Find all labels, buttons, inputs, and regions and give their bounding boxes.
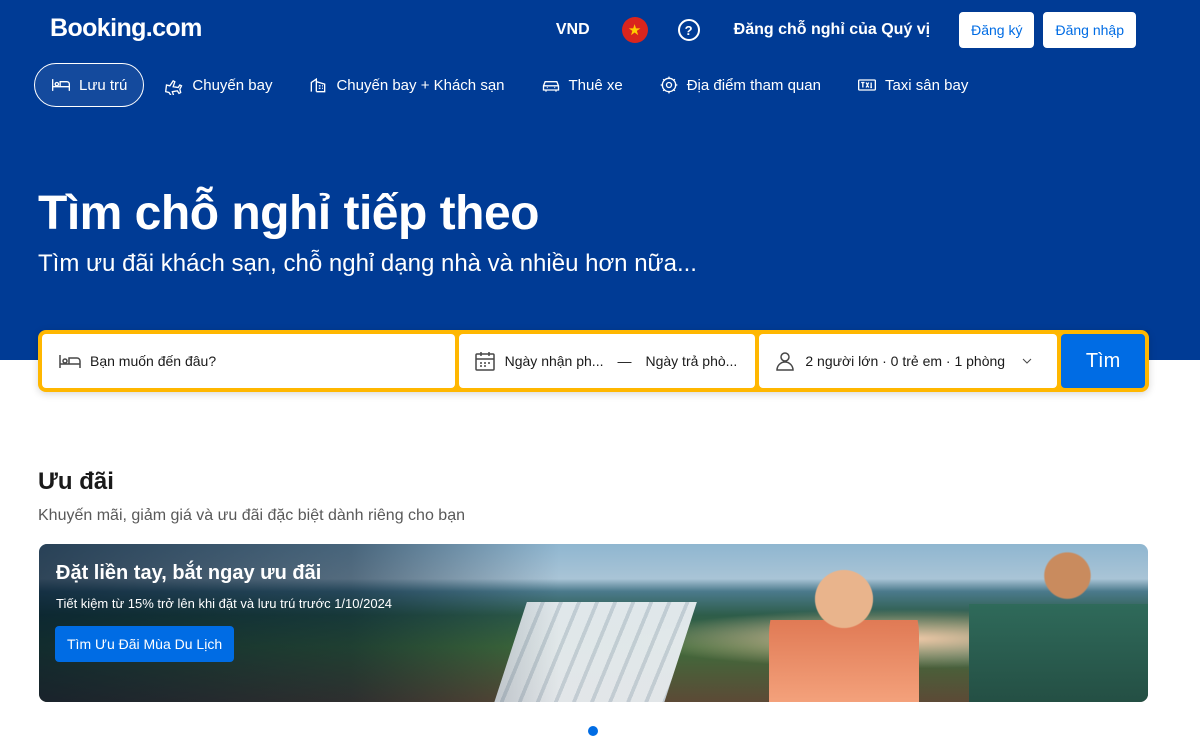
nav-item-stays[interactable]: Lưu trú — [34, 63, 145, 107]
date-separator: — — [617, 353, 632, 369]
calendar-icon — [474, 352, 495, 371]
car-icon — [541, 75, 561, 95]
bed-icon — [59, 355, 81, 368]
guests-value: 2 người lớn · 0 trẻ em · 1 phòng — [805, 353, 1006, 369]
checkin-placeholder[interactable]: Ngày nhận ph... — [505, 353, 604, 369]
hero-title: Tìm chỗ nghỉ tiếp theo — [38, 187, 539, 240]
product-nav: Lưu trú Chuyến bay Chuyến bay + Khách sạ… — [34, 63, 988, 107]
nav-item-flight-hotel[interactable]: Chuyến bay + Khách sạn — [292, 63, 520, 107]
nav-item-label: Lưu trú — [79, 76, 128, 94]
banner-title: Đặt liền tay, bắt ngay ưu đãi — [56, 562, 322, 584]
taxi-icon — [857, 75, 877, 95]
plane-hotel-icon — [308, 75, 328, 95]
traveler-image — [769, 564, 919, 702]
list-property-link[interactable]: Đăng chỗ nghỉ của Quý vị — [734, 21, 930, 39]
destination-input[interactable]: Bạn muốn đến đâu? — [42, 334, 455, 388]
nav-item-label: Taxi sân bay — [884, 76, 969, 94]
offers-title: Ưu đãi — [38, 468, 114, 495]
banner-text: Tiết kiệm từ 15% trở lên khi đặt và lưu … — [56, 596, 393, 611]
offers-subtitle: Khuyến mãi, giảm giá và ưu đãi đặc biệt … — [38, 507, 465, 524]
bed-icon — [51, 75, 71, 95]
traveler-image — [969, 544, 1148, 702]
nav-item-label: Địa điểm tham quan — [686, 76, 821, 94]
seasonal-deals-button[interactable]: Tìm Ưu Đãi Mùa Du Lịch — [55, 626, 235, 662]
nav-item-car-rental[interactable]: Thuê xe — [525, 63, 639, 107]
date-picker[interactable]: Ngày nhận ph... — Ngày trả phò... — [458, 334, 756, 388]
nav-item-label: Chuyến bay — [192, 76, 273, 94]
booking-logo[interactable]: Booking.com — [50, 14, 202, 43]
destination-placeholder: Bạn muốn đến đâu? — [90, 353, 217, 369]
carousel-dot[interactable] — [588, 726, 598, 736]
nav-item-label: Thuê xe — [568, 76, 623, 94]
plane-icon — [164, 75, 184, 95]
currency-selector[interactable]: VND — [556, 21, 590, 39]
hero-section: Booking.com VND ★ ? Đăng chỗ nghỉ của Qu… — [0, 0, 1200, 360]
guests-selector[interactable]: 2 người lớn · 0 trẻ em · 1 phòng — [759, 334, 1058, 388]
search-button[interactable]: Tìm — [1061, 334, 1146, 388]
attractions-icon — [659, 75, 679, 95]
nav-item-flights[interactable]: Chuyến bay — [148, 63, 288, 107]
nav-item-label: Chuyến bay + Khách sạn — [336, 76, 505, 94]
nav-item-attractions[interactable]: Địa điểm tham quan — [643, 63, 837, 107]
question-icon[interactable]: ? — [677, 19, 700, 41]
search-bar: Bạn muốn đến đâu? Ngày nhận ph... — Ngày… — [38, 330, 1149, 392]
vietnam-flag-icon[interactable]: ★ — [621, 17, 648, 43]
chevron-down-icon — [1022, 358, 1032, 364]
nav-item-airport-taxi[interactable]: Taxi sân bay — [841, 63, 984, 107]
login-button[interactable]: Đăng nhập — [1043, 12, 1136, 48]
checkout-placeholder[interactable]: Ngày trả phò... — [645, 353, 737, 369]
top-bar-actions: VND ★ ? Đăng chỗ nghỉ của Quý vị Đăng ký… — [556, 12, 1136, 48]
person-icon — [776, 352, 795, 371]
hero-subtitle: Tìm ưu đãi khách sạn, chỗ nghỉ dạng nhà … — [38, 250, 697, 277]
register-button[interactable]: Đăng ký — [959, 12, 1035, 48]
promo-banner[interactable]: Đặt liền tay, bắt ngay ưu đãi Tiết kiệm … — [39, 544, 1148, 702]
